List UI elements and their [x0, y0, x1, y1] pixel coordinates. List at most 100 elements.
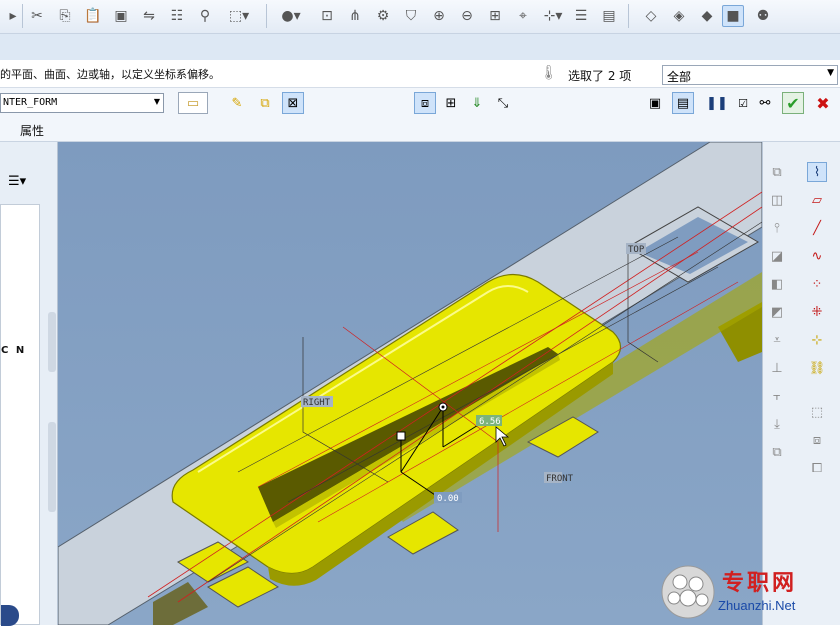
mirror-tool-icon[interactable]: ⬚: [807, 402, 827, 422]
bend-back-icon[interactable]: ◩: [767, 302, 787, 322]
shading-icon[interactable]: ■: [722, 5, 744, 27]
toolbar-separator: [22, 4, 23, 28]
annotation-icon[interactable]: ⌖: [512, 5, 534, 27]
add-surface-icon[interactable]: ⊞: [440, 92, 462, 114]
toolbar-separator: [266, 4, 267, 28]
form-icon[interactable]: ⩡: [767, 330, 787, 350]
panel-splitter[interactable]: [48, 312, 56, 372]
verify-icon[interactable]: ▤: [672, 92, 694, 114]
datum-axis-icon[interactable]: ╱: [807, 218, 827, 238]
flip-icon[interactable]: ⤡: [492, 92, 514, 114]
hidden-line-icon[interactable]: ◈: [668, 5, 690, 27]
extrude-icon[interactable]: ◫: [767, 190, 787, 210]
thermometer-icon: 🌡: [540, 65, 558, 81]
flatten-icon[interactable]: ⧉: [767, 442, 787, 462]
glasses-icon[interactable]: ⚯: [754, 92, 776, 114]
accept-button[interactable]: ✔: [782, 92, 804, 114]
layer-icon[interactable]: ⛉: [400, 5, 422, 27]
model-tree-panel: ☰▾ C N: [0, 142, 58, 626]
paste-special-icon[interactable]: ▣: [110, 5, 132, 27]
message-bar: 的平面、曲面、边或轴，以定义坐标系偏移。 🌡 选取了 2 项 全部 ▼: [0, 60, 840, 88]
drag-handle[interactable]: [396, 431, 406, 441]
model-tree-icon[interactable]: ⚉: [752, 5, 774, 27]
feature-name: NTER_FORM: [3, 97, 58, 108]
chevron-down-icon: ▼: [827, 68, 834, 78]
logo-fragment: [1, 605, 19, 626]
surface-option-icon[interactable]: ⧈: [414, 92, 436, 114]
watermark-logo-icon: [661, 565, 715, 619]
watermark-site-url: Zhuanzhi.Net: [718, 598, 796, 613]
tab-properties[interactable]: 属性: [20, 122, 44, 139]
zoom-out-icon[interactable]: ⊖: [456, 5, 478, 27]
bend-icon[interactable]: ◪: [767, 246, 787, 266]
pattern-icon[interactable]: ⧈: [807, 430, 827, 450]
mirror-icon[interactable]: ⇋: [138, 5, 160, 27]
regenerate-icon[interactable]: ☷: [166, 5, 188, 27]
remove-sketch-icon[interactable]: ⊠: [282, 92, 304, 114]
selection-count: 选取了 2 项: [568, 69, 632, 83]
network-icon[interactable]: ⋔: [344, 5, 366, 27]
model-view[interactable]: RIGHT TOP FRONT 6.56 0.00: [58, 142, 762, 625]
datum-point-icon[interactable]: ⁘: [807, 274, 827, 294]
analysis-icon[interactable]: ⛓: [807, 358, 827, 378]
wireframe-icon[interactable]: ◇: [640, 5, 662, 27]
repaint-icon[interactable]: ▤: [598, 5, 620, 27]
panel-scrollbar[interactable]: [48, 422, 56, 512]
watermark-site-name: 专职网: [722, 571, 798, 596]
merge-icon[interactable]: ⧠: [807, 458, 827, 478]
corner-relief-icon[interactable]: ⤓: [767, 414, 787, 434]
graphics-viewport[interactable]: RIGHT TOP FRONT 6.56 0.00: [58, 142, 762, 625]
saved-views-icon[interactable]: ☰: [570, 5, 592, 27]
datum-curve-icon[interactable]: ∿: [807, 246, 827, 266]
find-icon[interactable]: ⚲: [194, 5, 216, 27]
cancel-button[interactable]: ✖: [812, 92, 834, 114]
unbend-icon[interactable]: ◧: [767, 274, 787, 294]
dimension-b[interactable]: 0.00: [437, 494, 459, 504]
edge-rip-icon[interactable]: ⫟: [767, 386, 787, 406]
message-text: 的平面、曲面、边或轴，以定义坐标系偏移。: [0, 68, 220, 81]
zoom-in-icon[interactable]: ⊕: [428, 5, 450, 27]
flange-icon[interactable]: ⫯: [767, 218, 787, 238]
copy-icon[interactable]: ⎘: [54, 5, 76, 27]
view-manager-icon[interactable]: ⊡: [316, 5, 338, 27]
copy-sketch-icon[interactable]: ⧉: [254, 92, 276, 114]
open-folder-button[interactable]: ▭: [178, 92, 208, 114]
right-toolbar: ⧉ ⌇ ◫ ▱ ⫯ ╱ ◪ ∿ ◧ ⁘ ◩ ⁜ ⩡ ⊹ ⊥ ⛓ ⫟ ⬚ ⤓ ⧈ …: [762, 142, 840, 625]
chevron-down-icon: ▼: [153, 97, 160, 106]
sketch-curve-icon[interactable]: ⌇: [807, 162, 827, 182]
datum-plane-tool-icon[interactable]: ▱: [807, 190, 827, 210]
datum-display-icon[interactable]: ⊹▾: [540, 5, 566, 27]
csys-icon[interactable]: ⊹: [807, 330, 827, 350]
no-hidden-icon[interactable]: ◆: [696, 5, 718, 27]
folder-icon: ▭: [186, 95, 200, 111]
partial-icon[interactable]: ▸: [2, 5, 24, 27]
feature-reference-select[interactable]: NTER_FORM ▼: [0, 93, 164, 113]
sketch-line: [147, 191, 762, 598]
toolbar-area: [0, 34, 840, 60]
drag-handle-center: [441, 405, 445, 409]
datum-point-offset-icon[interactable]: ⁜: [807, 302, 827, 322]
preview-checkbox[interactable]: ☑: [732, 92, 754, 114]
pause-icon[interactable]: ❚❚: [706, 92, 728, 114]
model-tree-list: C N: [0, 204, 40, 626]
filter-value: 全部: [667, 70, 692, 84]
selection-box-icon[interactable]: ⬚▾: [222, 5, 256, 27]
direction-icon[interactable]: ⇓: [466, 92, 488, 114]
datum-label-right: RIGHT: [303, 398, 331, 408]
selection-filter-select[interactable]: 全部 ▼: [662, 65, 838, 85]
feature-dashboard: NTER_FORM ▼ ▭ ✎ ⧉ ⊠ ⧈ ⊞ ⇓ ⤡ ▣ ▤ ❚❚ ☑ ⚯ ✔…: [0, 88, 840, 118]
paste-icon[interactable]: 📋: [82, 5, 104, 27]
tree-item-partial: C N: [1, 345, 27, 356]
main-toolbar: ▸ ✂ ⎘ 📋 ▣ ⇋ ☷ ⚲ ⬚▾ ●▾ ⊡ ⋔ ⚙ ⛉ ⊕ ⊖ ⊞ ⌖ ⊹▾…: [0, 0, 840, 34]
preview-icon[interactable]: ▣: [644, 92, 666, 114]
punch-icon[interactable]: ⊥: [767, 358, 787, 378]
toolbar-separator: [628, 4, 629, 28]
edit-sketch-icon[interactable]: ✎: [226, 92, 248, 114]
datum-plane-icon[interactable]: ⧉: [767, 162, 787, 182]
display-settings-icon[interactable]: ⚙: [372, 5, 394, 27]
tree-settings-icon[interactable]: ☰▾: [8, 174, 26, 189]
refit-icon[interactable]: ⊞: [484, 5, 506, 27]
appearance-icon[interactable]: ●▾: [276, 5, 306, 27]
dimension-a[interactable]: 6.56: [479, 417, 501, 427]
cut-icon[interactable]: ✂: [26, 5, 48, 27]
